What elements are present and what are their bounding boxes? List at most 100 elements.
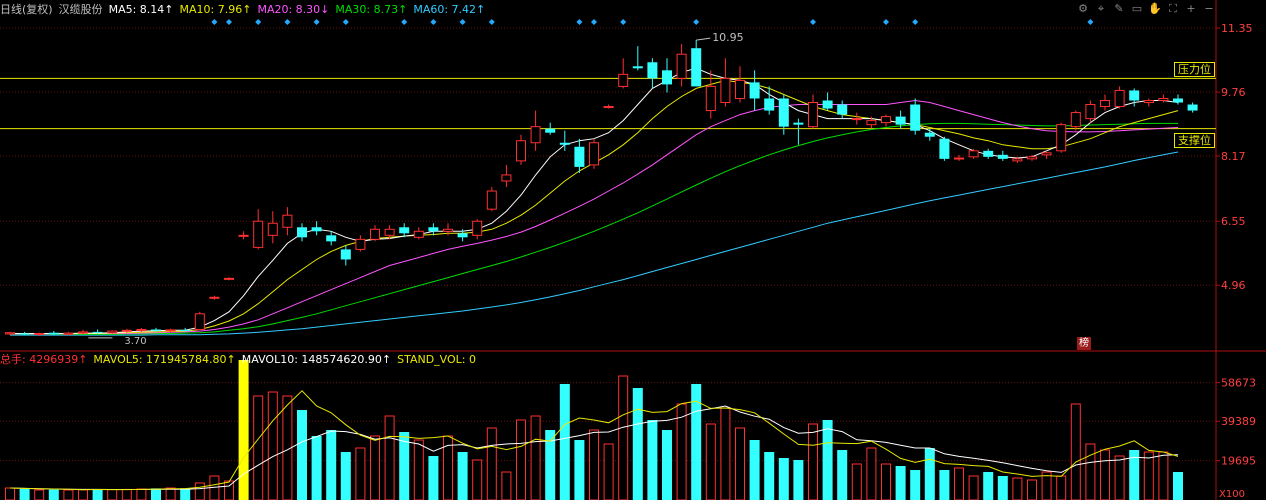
candle-body (705, 85, 716, 112)
candle-body (326, 235, 337, 242)
candle (954, 154, 964, 161)
candle (355, 235, 366, 252)
candle (574, 138, 585, 173)
candle (428, 223, 439, 236)
volume-bar (151, 488, 161, 500)
candle-body (443, 228, 453, 232)
candle-body (501, 174, 512, 182)
pen-icon[interactable]: ✎ (1112, 2, 1126, 16)
volume-bar (1027, 479, 1037, 500)
kline-chart[interactable]: 11.35 9.76 8.17 6.55 4.96 58673 39389 19695 X100… (0, 0, 1266, 500)
fullscreen-icon[interactable]: ⛶ (1166, 2, 1180, 16)
volume-legend: 总手: 4296939↑ MAVOL5: 171945784.80↑ MAVOL10… (0, 353, 482, 367)
zoom-in-icon[interactable]: + (1184, 2, 1198, 16)
gear-icon[interactable]: ⚙ (1076, 2, 1090, 16)
candle (545, 122, 556, 135)
candle (413, 227, 424, 240)
candle (326, 231, 337, 246)
candle-body (1012, 158, 1023, 162)
signal-marker (591, 19, 597, 25)
candle-body (516, 140, 526, 162)
volume-bar (340, 452, 351, 500)
rank-badge[interactable]: 榜 (1077, 337, 1091, 350)
magnet-icon[interactable]: ⌖ (1094, 2, 1108, 16)
volume-bar (954, 467, 964, 500)
candle-body (180, 329, 191, 332)
candle (1187, 102, 1198, 113)
volume-bar (1100, 449, 1110, 500)
signal-marker (226, 19, 232, 25)
candle (194, 311, 205, 331)
candle (1070, 110, 1081, 131)
candle-body (267, 222, 278, 236)
candle (1114, 86, 1125, 109)
zoom-out-icon[interactable]: − (1202, 2, 1216, 16)
candle-body (676, 53, 687, 79)
candle-body (603, 106, 614, 109)
candle (881, 114, 891, 127)
signal-marker (488, 19, 495, 25)
candle (720, 58, 731, 107)
volume-bar (778, 458, 789, 500)
volume-bar (107, 489, 118, 500)
period-label: 日线(复权) (0, 3, 53, 16)
candle-body (778, 98, 789, 127)
volume-bar (486, 427, 497, 500)
candle-body (1100, 100, 1110, 108)
candle (472, 219, 483, 240)
volume-bar (720, 407, 731, 500)
candle (530, 110, 541, 151)
candle-body (793, 122, 804, 125)
candle-body (151, 329, 161, 331)
volume-bar (297, 410, 307, 500)
signal-marker (620, 19, 627, 25)
candle-body (997, 154, 1008, 159)
candle (1173, 94, 1183, 105)
candle-body (1158, 97, 1169, 102)
volume-legend-item: 总手: 4296939↑ (0, 353, 88, 366)
candle (311, 221, 322, 236)
volume-bar (647, 420, 658, 500)
volume-bar (735, 427, 745, 500)
candle (808, 94, 818, 129)
candle-body (224, 277, 234, 280)
resistance-label: 压力位 (1174, 62, 1215, 78)
candle-body (370, 228, 380, 240)
candle-body (574, 146, 585, 167)
candle (910, 98, 921, 135)
volume-bar (370, 435, 380, 500)
candle-body (282, 214, 293, 228)
candle-body (48, 332, 59, 335)
signal-marker (576, 19, 583, 25)
candle (851, 112, 862, 125)
volume-legend-item: STAND_VOL: 0 (397, 353, 476, 366)
candle-body (107, 330, 118, 334)
candle-body (384, 228, 395, 236)
signal-marker (430, 19, 437, 25)
volume-bar (516, 419, 526, 500)
volume-bar (34, 489, 45, 500)
candle (516, 134, 526, 165)
candle (282, 207, 293, 236)
signal-marker (401, 19, 408, 25)
volume-bar (603, 443, 614, 500)
toolbox-icon[interactable]: ▭ (1130, 2, 1144, 16)
candle-body (662, 70, 672, 85)
candle-body (632, 66, 643, 69)
candle-body (399, 227, 410, 234)
candle (340, 245, 351, 266)
ma-legend-item: MA30: 8.73↑ (335, 3, 408, 16)
candle (983, 148, 994, 159)
candle (63, 331, 74, 336)
candle (837, 100, 848, 119)
volume-bar (983, 472, 994, 500)
hand-icon[interactable]: ✋ (1148, 2, 1162, 16)
candle-body (735, 79, 745, 99)
candle (1143, 98, 1154, 107)
volume-bar (530, 415, 541, 500)
candle (151, 327, 161, 332)
signal-marker (313, 19, 320, 25)
volume-bar (5, 487, 15, 500)
candle-body (1143, 100, 1154, 104)
volume-bar (808, 423, 818, 500)
